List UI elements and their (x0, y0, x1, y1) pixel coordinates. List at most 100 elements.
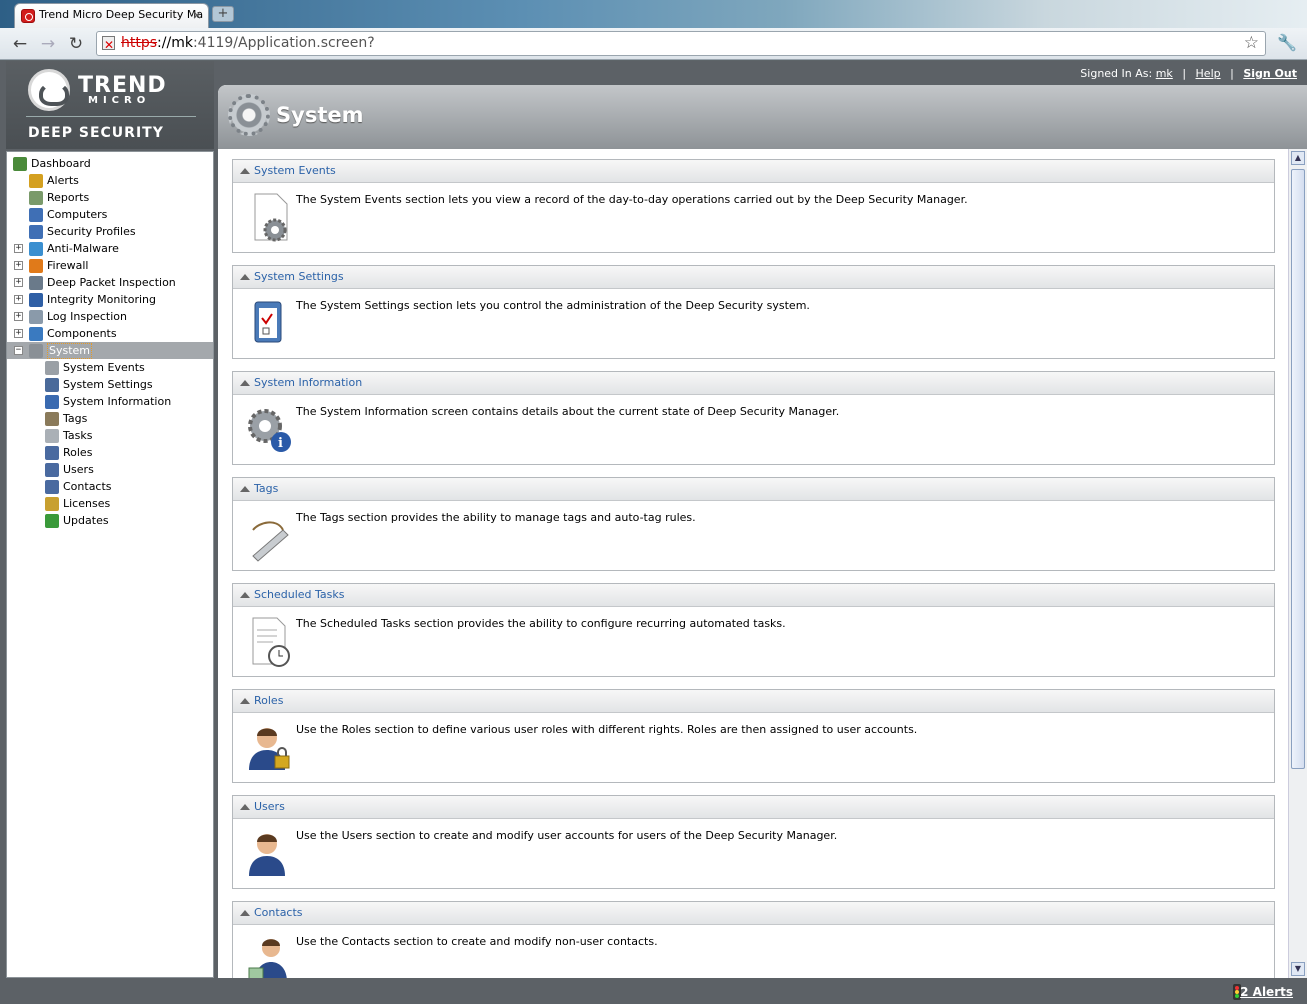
deep-security-app: TREND MICRO DEEP SECURITY Signed In As: … (0, 61, 1307, 1004)
sidebar-item-tasks[interactable]: Tasks (7, 427, 213, 444)
status-bar: 2 Alerts (0, 980, 1307, 1004)
firewall-icon (29, 259, 43, 273)
sidebar-item-system-events[interactable]: System Events (7, 359, 213, 376)
tasks-icon (45, 429, 59, 443)
certificate-error-icon[interactable] (102, 34, 115, 57)
reload-icon[interactable]: ↻ (65, 33, 87, 55)
page-header: System (218, 85, 1307, 149)
panel-description: Use the Roles section to define various … (296, 723, 918, 736)
sidebar-item-label: Reports (47, 191, 90, 204)
panel-header[interactable]: System Information (233, 372, 1274, 395)
tab-close-icon[interactable]: × (192, 8, 202, 22)
collapse-triangle-icon[interactable] (240, 910, 250, 916)
panel-header[interactable]: Users (233, 796, 1274, 819)
panel-description: The System Settings section lets you con… (296, 299, 810, 312)
browser-tab[interactable]: Trend Micro Deep Security Ma × (14, 3, 209, 28)
sign-out-link[interactable]: Sign Out (1243, 67, 1297, 80)
scroll-down-icon[interactable]: ▼ (1291, 962, 1305, 976)
username-link[interactable]: mk (1156, 67, 1173, 80)
panel-header[interactable]: Tags (233, 478, 1274, 501)
user-bar: Signed In As: mk | Help | Sign Out (1080, 67, 1297, 80)
sidebar-item-deep-packet-inspection[interactable]: + Deep Packet Inspection (7, 274, 213, 291)
panel-header[interactable]: System Settings (233, 266, 1274, 289)
back-arrow-icon[interactable]: ← (9, 33, 31, 55)
sidebar-item-computers[interactable]: Computers (7, 206, 213, 223)
sidebar-item-label: System Settings (63, 378, 153, 391)
panel-description: Use the Users section to create and modi… (296, 829, 838, 842)
system-settings-icon (45, 378, 59, 392)
address-bar[interactable]: https://mk:4119/Application.screen? ☆ (96, 31, 1266, 57)
sidebar-item-roles[interactable]: Roles (7, 444, 213, 461)
vertical-scrollbar[interactable]: ▲ ▼ (1288, 149, 1307, 978)
panel-title-link[interactable]: System Events (254, 164, 336, 177)
help-link[interactable]: Help (1196, 67, 1221, 80)
expand-icon[interactable]: + (14, 295, 23, 304)
trend-micro-ball-icon (28, 69, 70, 111)
collapse-triangle-icon[interactable] (240, 698, 250, 704)
sidebar-item-label: Security Profiles (47, 225, 136, 238)
url-path: :4119/Application.screen? (192, 35, 375, 51)
deep-packet-inspection-icon (29, 276, 43, 290)
sidebar-item-log-inspection[interactable]: + Log Inspection (7, 308, 213, 325)
collapse-icon[interactable]: − (14, 346, 23, 355)
sidebar-item-components[interactable]: + Components (7, 325, 213, 342)
sidebar-item-system-settings[interactable]: System Settings (7, 376, 213, 393)
expand-icon[interactable]: + (14, 244, 23, 253)
expand-icon[interactable]: + (14, 261, 23, 270)
collapse-triangle-icon[interactable] (240, 274, 250, 280)
sidebar-item-label: System Information (63, 395, 172, 408)
collapse-triangle-icon[interactable] (240, 486, 250, 492)
sidebar-item-system-information[interactable]: System Information (7, 393, 213, 410)
panel-header[interactable]: System Events (233, 160, 1274, 183)
licenses-icon (45, 497, 59, 511)
sidebar-item-tags[interactable]: Tags (7, 410, 213, 427)
sidebar-item-reports[interactable]: Reports (7, 189, 213, 206)
sidebar-item-integrity-monitoring[interactable]: + Integrity Monitoring (7, 291, 213, 308)
sidebar-item-label: Users (63, 463, 94, 476)
expand-icon[interactable]: + (14, 312, 23, 321)
computers-icon (29, 208, 43, 222)
collapse-triangle-icon[interactable] (240, 380, 250, 386)
panel-title-link[interactable]: Roles (254, 694, 283, 707)
signed-in-label: Signed In As: (1080, 67, 1153, 80)
sidebar-item-system[interactable]: − System (7, 342, 213, 359)
new-tab-button[interactable]: + (212, 6, 234, 22)
sidebar-item-alerts[interactable]: Alerts (7, 172, 213, 189)
collapse-triangle-icon[interactable] (240, 168, 250, 174)
sidebar-item-dashboard[interactable]: Dashboard (7, 155, 213, 172)
panel-title-link[interactable]: System Information (254, 376, 362, 389)
forward-arrow-icon[interactable]: → (37, 33, 59, 55)
sidebar-item-firewall[interactable]: + Firewall (7, 257, 213, 274)
panel-title-link[interactable]: Contacts (254, 906, 303, 919)
sidebar-item-contacts[interactable]: Contacts (7, 478, 213, 495)
panel-list: System Events The System Events section l… (218, 149, 1288, 978)
panel-description: The Tags section provides the ability to… (296, 511, 696, 524)
section-panel: System Events The System Events section l… (232, 159, 1275, 253)
panel-title-link[interactable]: Scheduled Tasks (254, 588, 345, 601)
panel-title-link[interactable]: Users (254, 800, 285, 813)
panel-header[interactable]: Roles (233, 690, 1274, 713)
panel-title-link[interactable]: Tags (254, 482, 278, 495)
panel-header[interactable]: Scheduled Tasks (233, 584, 1274, 607)
sidebar-item-users[interactable]: Users (7, 461, 213, 478)
scroll-up-icon[interactable]: ▲ (1291, 151, 1305, 165)
collapse-triangle-icon[interactable] (240, 592, 250, 598)
sidebar-item-anti-malware[interactable]: + Anti-Malware (7, 240, 213, 257)
sidebar-item-licenses[interactable]: Licenses (7, 495, 213, 512)
system-events-page-gear-icon (245, 192, 293, 244)
bookmark-star-icon[interactable]: ☆ (1244, 32, 1259, 55)
wrench-menu-icon[interactable]: 🔧 (1277, 33, 1297, 52)
expand-icon[interactable]: + (14, 329, 23, 338)
expand-icon[interactable]: + (14, 278, 23, 287)
sidebar-item-updates[interactable]: Updates (7, 512, 213, 529)
scrollbar-thumb[interactable] (1291, 169, 1305, 769)
section-panel: Users Use the Users section to create and… (232, 795, 1275, 889)
collapse-triangle-icon[interactable] (240, 804, 250, 810)
svg-text:i: i (278, 436, 283, 451)
sidebar-item-security-profiles[interactable]: Security Profiles (7, 223, 213, 240)
trend-micro-logo: TREND MICRO DEEP SECURITY (6, 61, 214, 149)
alerts-link[interactable]: 2 Alerts (1240, 985, 1293, 999)
panel-header[interactable]: Contacts (233, 902, 1274, 925)
panel-title-link[interactable]: System Settings (254, 270, 344, 283)
components-icon (29, 327, 43, 341)
